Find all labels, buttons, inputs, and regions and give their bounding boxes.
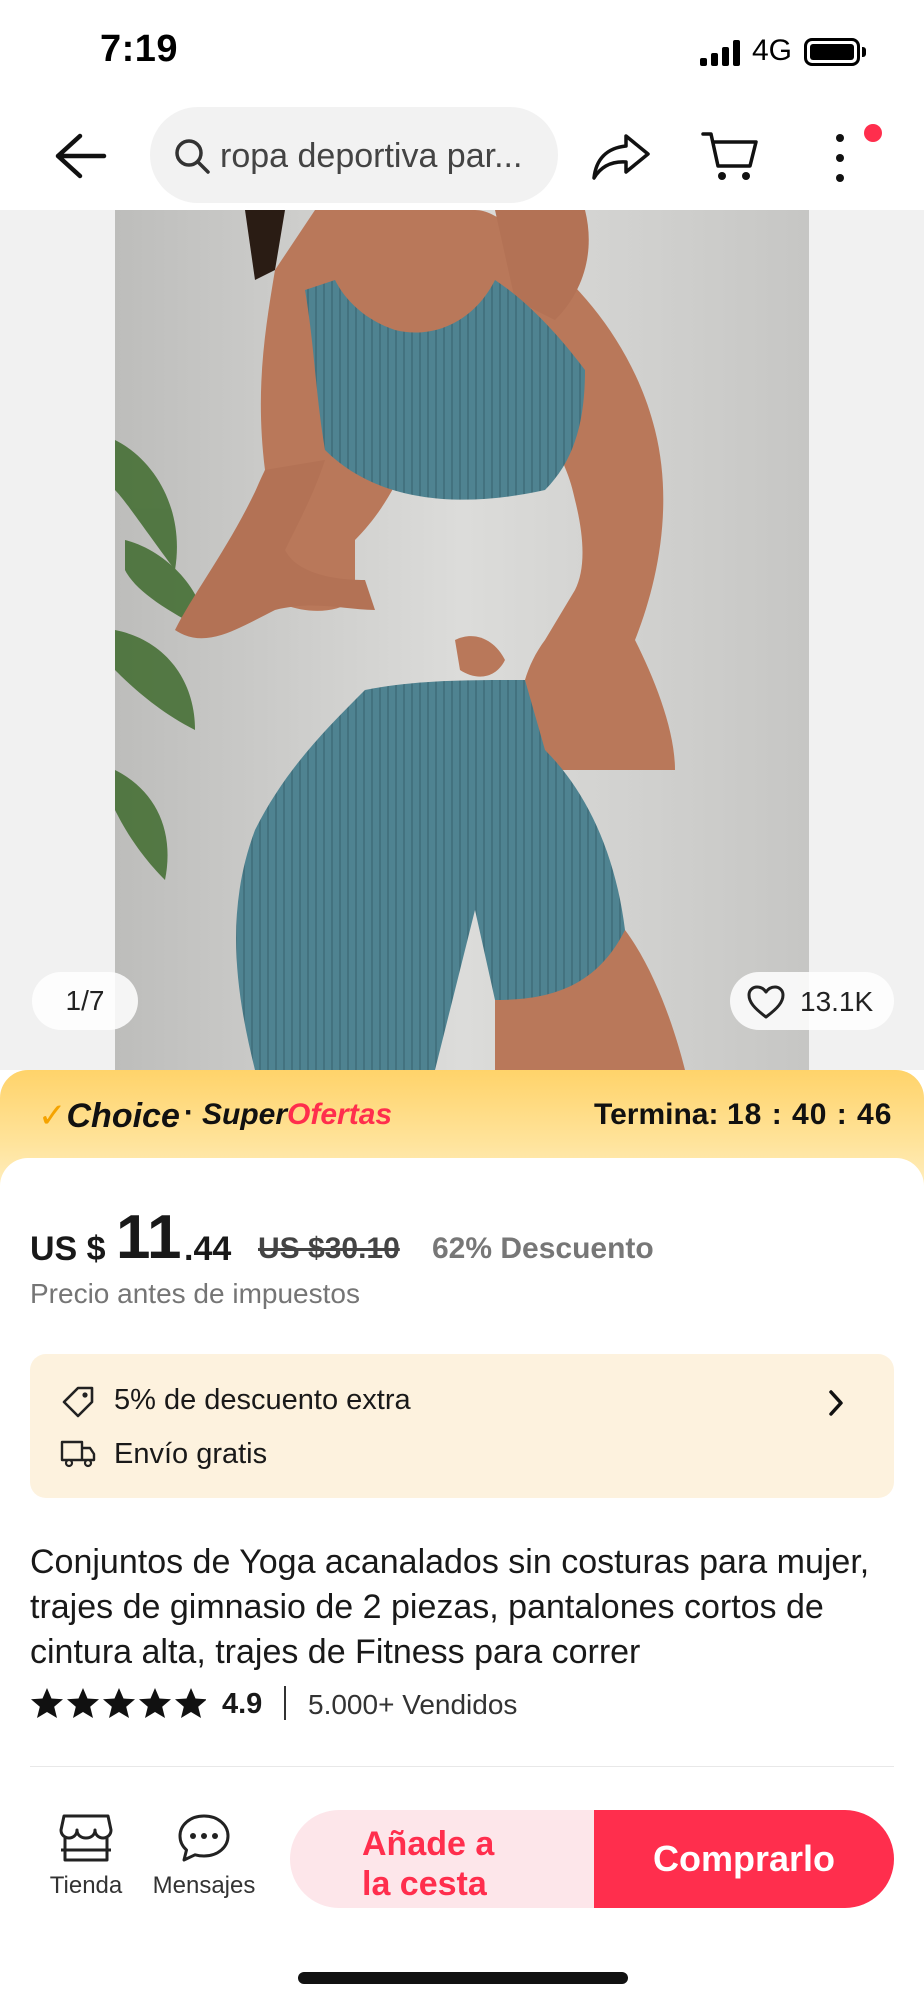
store-label: Tienda <box>49 1872 123 1899</box>
add-to-cart-line2: la cesta <box>362 1865 487 1903</box>
more-options-icon[interactable] <box>824 128 856 188</box>
add-to-cart-button[interactable]: Añade a la cesta <box>290 1810 594 1908</box>
product-page: 7:19 4G ropa deportiva par... 1/7 13.1K … <box>0 0 924 2000</box>
product-title: Conjuntos de Yoga acanalados sin costura… <box>30 1543 870 1671</box>
countdown-timer: 18 : 40 : 46 <box>727 1098 893 1131</box>
status-time: 7:19 <box>100 28 179 70</box>
back-arrow-icon[interactable] <box>52 130 108 182</box>
price-row: US $ 11 .44 US $30.10 62% Descuento <box>30 1202 900 1272</box>
product-info-card: US $ 11 .44 US $30.10 62% Descuento Prec… <box>0 1158 924 1778</box>
image-counter: 1/7 <box>32 972 138 1030</box>
tag-icon <box>62 1386 94 1418</box>
rating-value: 4.9 <box>222 1688 263 1720</box>
product-photo[interactable] <box>115 210 809 1070</box>
notification-dot <box>864 124 882 142</box>
price-decimal: .44 <box>184 1230 232 1268</box>
price-integer: 11 <box>116 1203 182 1272</box>
store-icon <box>59 1814 113 1862</box>
signal-icon <box>700 40 742 66</box>
search-query: ropa deportiva par... <box>220 137 523 175</box>
home-indicator[interactable] <box>298 1972 628 1984</box>
original-price: US $30.10 <box>258 1232 400 1265</box>
coupon-box[interactable]: 5% de descuento extra Envío gratis <box>30 1354 894 1498</box>
super-prefix: Super <box>202 1098 288 1131</box>
top-nav: ropa deportiva par... <box>0 100 924 210</box>
add-to-cart-line1: Añade a <box>362 1825 495 1863</box>
countdown-label: Termina: <box>594 1098 719 1131</box>
battery-cap <box>862 47 866 57</box>
choice-check-icon: ✓ <box>38 1097 67 1135</box>
discount-badge: 62% Descuento <box>432 1232 654 1265</box>
superofertas-label: SuperOfertas <box>202 1098 392 1132</box>
status-bar: 7:19 4G <box>0 0 924 100</box>
rating-divider <box>284 1686 286 1720</box>
extra-discount-text: 5% de descuento extra <box>114 1384 411 1416</box>
search-bar[interactable]: ropa deportiva par... <box>150 107 558 203</box>
product-gallery[interactable]: 1/7 13.1K <box>0 210 924 1070</box>
truck-icon <box>60 1440 96 1468</box>
promo-separator: · <box>184 1096 194 1129</box>
messages-tab[interactable]: Mensajes <box>144 1812 264 1912</box>
chat-bubble-icon <box>178 1814 230 1862</box>
rating-row[interactable]: 4.9 5.000+ Vendidos <box>30 1686 900 1726</box>
store-tab[interactable]: Tienda <box>36 1812 136 1912</box>
share-icon[interactable] <box>590 132 652 182</box>
rating-stars-icon <box>31 1688 206 1718</box>
sold-count: 5.000+ Vendidos <box>308 1689 518 1720</box>
wishlist-button[interactable]: 13.1K <box>730 972 894 1030</box>
price-currency: US $ <box>30 1230 106 1268</box>
choice-text: Choice <box>66 1097 180 1135</box>
bottom-action-bar: Tienda Mensajes Añade a la cesta Comprarl… <box>0 1778 924 2000</box>
cart-icon[interactable] <box>700 128 760 184</box>
chevron-right-icon[interactable] <box>826 1388 846 1418</box>
tax-note: Precio antes de impuestos <box>30 1278 360 1309</box>
heart-icon <box>747 985 785 1019</box>
product-illustration <box>115 210 809 1070</box>
section-divider <box>30 1766 894 1767</box>
wishlist-count: 13.1K <box>800 986 874 1017</box>
free-shipping-text: Envío gratis <box>114 1438 268 1470</box>
search-icon <box>175 139 210 174</box>
battery-icon <box>804 38 860 66</box>
messages-label: Mensajes <box>152 1872 256 1899</box>
buy-now-button[interactable]: Comprarlo <box>594 1810 894 1908</box>
choice-label: ✓Choice <box>38 1096 180 1136</box>
network-type: 4G <box>752 34 793 67</box>
super-suffix: Ofertas <box>287 1098 393 1131</box>
